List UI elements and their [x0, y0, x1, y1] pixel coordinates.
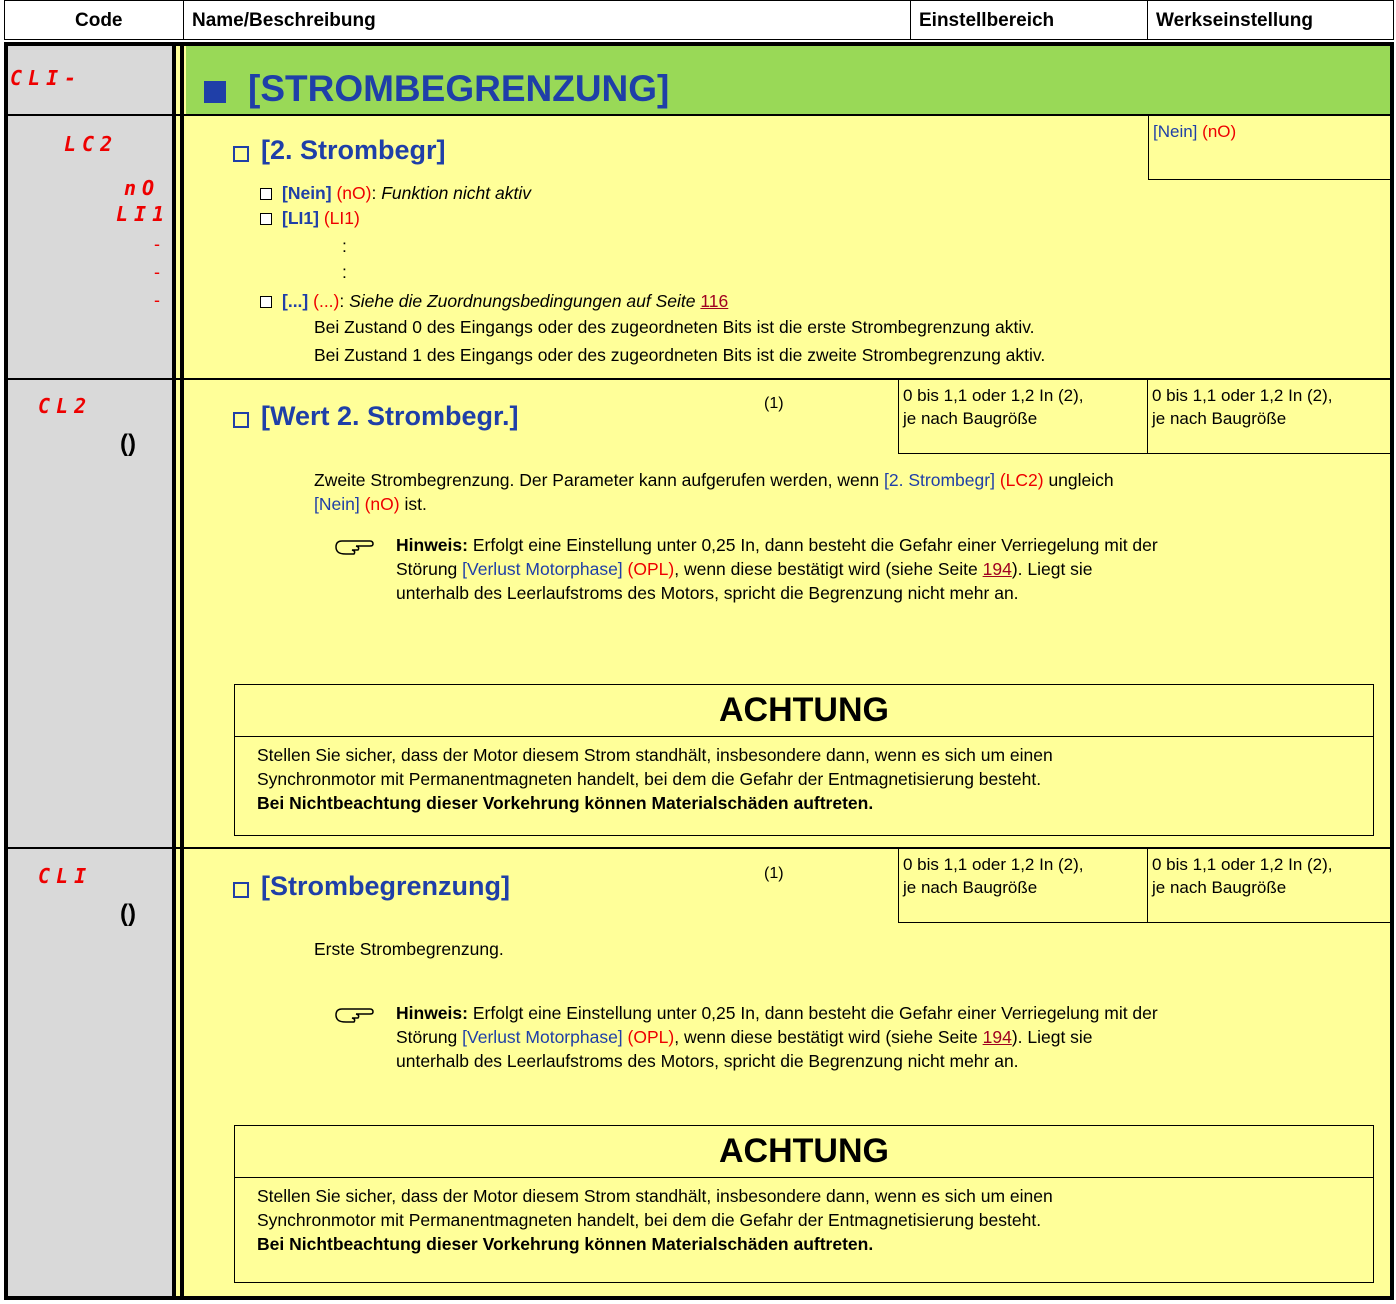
opt-code-dash: - — [154, 290, 160, 310]
lc2-factory: [Nein] (nO) — [1148, 116, 1390, 180]
checkbox-icon — [260, 213, 272, 225]
cl1-range: 0 bis 1,1 oder 1,2 In (2), je nach Baugrö… — [898, 849, 1148, 923]
option-other: [...] (...): Siehe die Zuordnungsbedingu… — [260, 289, 728, 313]
lc2-line2: Bei Zustand 1 des Eingangs oder des zuge… — [314, 345, 1046, 365]
column-divider — [172, 46, 176, 1296]
warning-body: Stellen Sie sicher, dass der Motor diese… — [257, 745, 1053, 813]
opt-code-no: nO — [124, 176, 161, 200]
menu-title: [STROMBEGRENZUNG] — [204, 68, 669, 110]
checkbox-icon — [260, 296, 272, 308]
header-name: Name/Beschreibung — [183, 0, 911, 40]
lc2-title: [2. Strombegr] — [233, 135, 446, 166]
table-frame — [4, 42, 1394, 1300]
option-nein: [Nein] (nO): Funktion nicht aktiv — [260, 181, 531, 205]
header-code: Code — [4, 0, 184, 40]
option-li1: [LI1] (LI1) — [260, 206, 360, 230]
menu-code: CLI- — [10, 66, 83, 90]
checkbox-icon — [233, 882, 249, 898]
checkbox-icon — [260, 188, 272, 200]
cl1-title: [Strombegrenzung] — [233, 871, 510, 902]
lc2-code: LC2 — [64, 132, 119, 156]
code-column — [8, 46, 172, 1296]
cl2-title: [Wert 2. Strombegr.] — [233, 401, 519, 432]
cl2-code: CL2 — [38, 394, 93, 418]
warning-title: ACHTUNG — [235, 1126, 1373, 1178]
warning-box: ACHTUNG Stellen Sie sicher, dass der Mot… — [234, 684, 1374, 836]
parentheses-icon: () — [120, 430, 136, 457]
cl2-description: Zweite Strombegrenzung. Der Parameter ka… — [314, 470, 1114, 514]
opt-code-dash: - — [154, 262, 160, 282]
pointing-hand-icon — [335, 540, 374, 555]
cl2-hint: Hinweis: Erfolgt eine Einstellung unter … — [396, 535, 1158, 603]
cl1-hint: Hinweis: Erfolgt eine Einstellung unter … — [396, 1003, 1158, 1071]
lc2-line1: Bei Zustand 0 des Eingangs oder des zuge… — [314, 317, 1035, 337]
warning-box: ACHTUNG Stellen Sie sicher, dass der Mot… — [234, 1125, 1374, 1283]
ellipsis-dots: : — [342, 236, 347, 256]
opt-code-dash: - — [154, 234, 160, 254]
pointing-hand-icon — [335, 1008, 374, 1023]
cl1-factory: 0 bis 1,1 oder 1,2 In (2), je nach Baugrö… — [1147, 849, 1390, 923]
checkbox-icon — [233, 146, 249, 162]
cl2-factory: 0 bis 1,1 oder 1,2 In (2), je nach Baugrö… — [1147, 380, 1390, 454]
parentheses-icon: () — [120, 900, 136, 927]
page-link[interactable]: 194 — [983, 1027, 1012, 1047]
cl2-range: 0 bis 1,1 oder 1,2 In (2), je nach Baugrö… — [898, 380, 1148, 454]
column-divider — [180, 46, 184, 1296]
warning-body: Stellen Sie sicher, dass der Motor diese… — [257, 1186, 1053, 1254]
ellipsis-dots: : — [342, 262, 347, 282]
page-link[interactable]: 194 — [983, 559, 1012, 579]
opt-code-li1: LI1 — [116, 202, 171, 226]
header-factory: Werkseinstellung — [1147, 0, 1394, 40]
cl2-note: (1) — [764, 395, 784, 412]
cl1-description: Erste Strombegrenzung. — [314, 939, 504, 959]
cl1-code: CLI — [38, 864, 93, 888]
page-link[interactable]: 116 — [700, 291, 728, 311]
checkbox-icon — [233, 412, 249, 428]
cl1-note: (1) — [764, 865, 784, 882]
square-bullet-icon — [204, 81, 226, 103]
header-range: Einstellbereich — [910, 0, 1148, 40]
warning-title: ACHTUNG — [235, 685, 1373, 737]
